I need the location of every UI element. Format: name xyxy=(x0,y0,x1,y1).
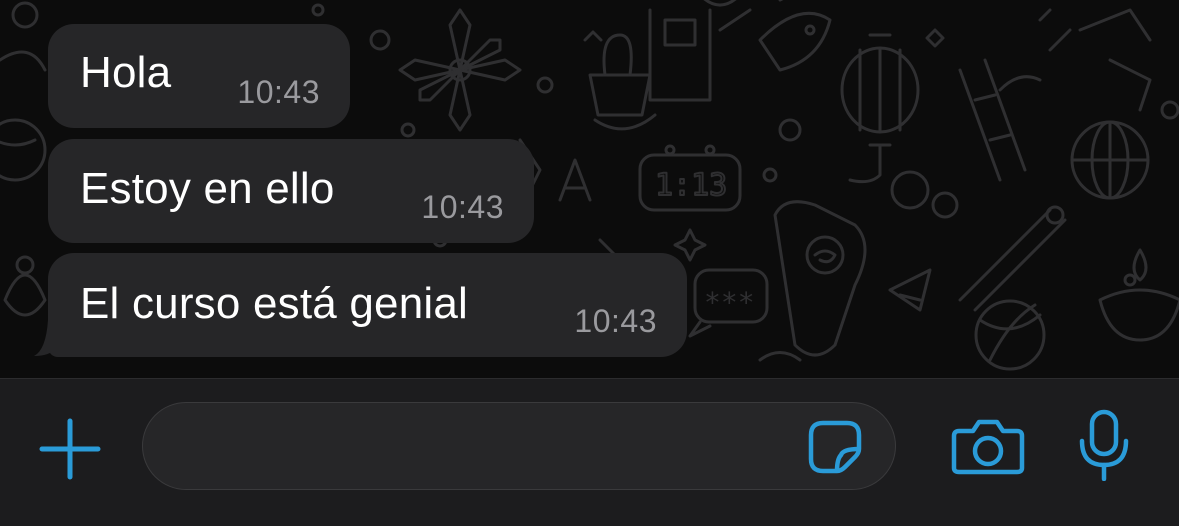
chat-area: 1:13 *** Hola 10:43 Estoy en ello 10:43 … xyxy=(0,0,1179,378)
message-time: 10:43 xyxy=(237,74,320,110)
message-text: Estoy en ello xyxy=(80,164,335,213)
sticker-icon[interactable] xyxy=(807,419,863,475)
wallpaper-clock-text: 1:13 xyxy=(655,168,727,203)
microphone-icon[interactable] xyxy=(1078,409,1130,482)
message-text: El curso está genial xyxy=(80,279,468,328)
message-field[interactable] xyxy=(142,402,896,491)
plus-icon[interactable] xyxy=(38,417,102,481)
message-input-bar xyxy=(0,378,1179,526)
message-bubble[interactable]: Estoy en ello 10:43 xyxy=(48,139,534,243)
message-bubble[interactable]: El curso está genial 10:43 xyxy=(48,253,687,357)
message-time: 10:43 xyxy=(574,303,657,339)
message-text: Hola xyxy=(80,48,172,97)
chat-screen: 1:13 *** Hola 10:43 Estoy en ello 10:43 … xyxy=(0,0,1179,526)
wallpaper-password-text: *** xyxy=(704,286,755,319)
bubble-tail xyxy=(34,320,56,356)
message-input[interactable] xyxy=(179,403,803,491)
camera-icon[interactable] xyxy=(951,419,1025,475)
message-bubble[interactable]: Hola 10:43 xyxy=(48,24,350,128)
message-time: 10:43 xyxy=(421,189,504,225)
